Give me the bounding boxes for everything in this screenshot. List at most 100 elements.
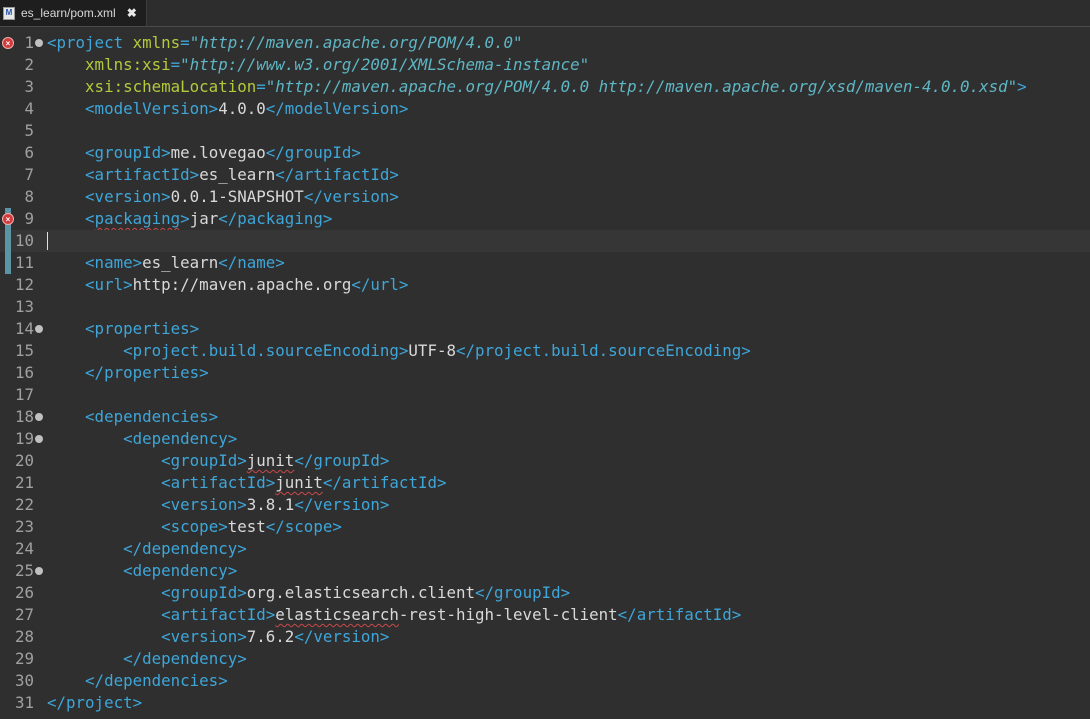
code-line[interactable]: 5 (0, 120, 1090, 142)
code-line[interactable]: 13 (0, 296, 1090, 318)
code-line[interactable]: 29 </dependency> (0, 648, 1090, 670)
code-line[interactable]: 22 <version>3.8.1</version> (0, 494, 1090, 516)
code-line[interactable]: 2 xmlns:xsi="http://www.w3.org/2001/XMLS… (0, 54, 1090, 76)
line-code: <properties> (47, 318, 199, 340)
fold-toggle-icon[interactable] (35, 567, 43, 575)
line-number: 14 (14, 319, 34, 338)
code-line[interactable]: 28 <version>7.6.2</version> (0, 626, 1090, 648)
code-line[interactable]: 4 <modelVersion>4.0.0</modelVersion> (0, 98, 1090, 120)
code-token: xsi:schemaLocation (85, 77, 257, 96)
line-code: <dependencies> (47, 406, 218, 428)
code-token: <groupId> (85, 143, 171, 162)
code-token: "http://maven.apache.org/POM/4.0.0 http:… (265, 77, 1018, 96)
line-number: 7 (24, 165, 34, 184)
code-token: <version> (85, 187, 171, 206)
code-line[interactable]: 31 </project> (0, 692, 1090, 714)
line-number: 9 (24, 209, 34, 228)
close-icon[interactable]: ✖ (127, 6, 137, 20)
code-editor[interactable]: × 1 <project xmlns="http://maven.apache.or… (0, 32, 1090, 719)
code-line[interactable]: 17 (0, 384, 1090, 406)
line-code: xsi:schemaLocation="http://maven.apache.… (47, 76, 1027, 98)
tab-pom-xml[interactable]: M es_learn/pom.xml ✖ (0, 0, 147, 26)
code-token: es_learn (199, 165, 276, 184)
code-line[interactable]: 6 <groupId>me.lovegao</groupId> (0, 142, 1090, 164)
code-line[interactable]: 21 <artifactId>junit</artifactId> (0, 472, 1090, 494)
code-token: = (180, 33, 190, 52)
editor-tab-bar: M es_learn/pom.xml ✖ (0, 0, 1090, 27)
line-code: <scope>test</scope> (47, 516, 342, 538)
line-code: <name>es_learn</name> (47, 252, 285, 274)
code-token: <url> (85, 275, 133, 294)
code-token: </artifactId> (617, 605, 742, 624)
code-line[interactable]: 23 <scope>test</scope> (0, 516, 1090, 538)
code-line[interactable]: 30 </dependencies> (0, 670, 1090, 692)
code-line[interactable]: 19 <dependency> (0, 428, 1090, 450)
fold-toggle-icon[interactable] (35, 325, 43, 333)
code-token: -rest-high-level-client (398, 605, 618, 624)
code-line[interactable]: 25 <dependency> (0, 560, 1090, 582)
code-line[interactable]: 11 <name>es_learn</name> (0, 252, 1090, 274)
code-token: "http://www.w3.org/2001/XMLSchema-instan… (180, 55, 590, 74)
code-line[interactable]: 20 <groupId>junit</groupId> (0, 450, 1090, 472)
tab-divider (0, 26, 1090, 27)
line-code: <groupId>org.elasticsearch.client</group… (47, 582, 570, 604)
code-token: 3.8.1 (246, 495, 295, 514)
code-line[interactable]: 7 <artifactId>es_learn</artifactId> (0, 164, 1090, 186)
code-token: junit (246, 451, 295, 470)
code-token: </url> (351, 275, 409, 294)
line-number: 1 (24, 33, 34, 52)
code-line[interactable]: 15 <project.build.sourceEncoding>UTF-8</… (0, 340, 1090, 362)
code-line[interactable]: × 9 <packaging>jar</packaging> (0, 208, 1090, 230)
line-code: <artifactId>elasticsearch-rest-high-leve… (47, 604, 741, 626)
fold-toggle-icon[interactable] (35, 413, 43, 421)
code-line[interactable]: 18 <dependencies> (0, 406, 1090, 428)
line-code: <artifactId>junit</artifactId> (47, 472, 446, 494)
line-number: 20 (14, 451, 34, 470)
code-token: </artifactId> (275, 165, 399, 184)
code-line[interactable]: 24 </dependency> (0, 538, 1090, 560)
code-line[interactable]: × 1 <project xmlns="http://maven.apache.or… (0, 32, 1090, 54)
code-line[interactable]: 16 </properties> (0, 362, 1090, 384)
code-token: </dependency> (123, 539, 247, 558)
code-token: <version> (161, 627, 247, 646)
code-token: <dependency> (123, 429, 238, 448)
line-code: </project> (47, 692, 142, 714)
code-token: <artifactId> (161, 473, 276, 492)
code-token: es_learn (142, 253, 219, 272)
code-line[interactable]: 27 <artifactId>elasticsearch-rest-high-l… (0, 604, 1090, 626)
tab-title: es_learn/pom.xml (21, 6, 116, 20)
code-token: <dependencies> (85, 407, 219, 426)
code-line[interactable]: 12 <url>http://maven.apache.org</url> (0, 274, 1090, 296)
line-number: 29 (14, 649, 34, 668)
line-number: 23 (14, 517, 34, 536)
line-number: 25 (14, 561, 34, 580)
code-token: = (170, 55, 181, 74)
fold-toggle-icon[interactable] (35, 39, 43, 47)
fold-toggle-icon[interactable] (35, 435, 43, 443)
code-line[interactable]: 10 (0, 230, 1090, 252)
line-code: <modelVersion>4.0.0</modelVersion> (47, 98, 408, 120)
code-line[interactable]: 26 <groupId>org.elasticsearch.client</gr… (0, 582, 1090, 604)
code-token: xmlns:xsi (85, 55, 171, 74)
code-line[interactable]: 3 xsi:schemaLocation="http://maven.apach… (0, 76, 1090, 98)
code-line[interactable]: 8 <version>0.0.1-SNAPSHOT</version> (0, 186, 1090, 208)
code-token: <project.build.sourceEncoding> (123, 341, 409, 360)
line-number: 10 (14, 231, 34, 250)
line-code: </dependencies> (47, 670, 228, 692)
line-number: 21 (14, 473, 34, 492)
line-number: 31 (14, 693, 34, 712)
line-code: <dependency> (47, 560, 237, 582)
code-line[interactable]: 14 <properties> (0, 318, 1090, 340)
line-code: <packaging>jar</packaging> (47, 208, 332, 230)
code-token: <dependency> (123, 561, 238, 580)
code-token: <version> (161, 495, 247, 514)
